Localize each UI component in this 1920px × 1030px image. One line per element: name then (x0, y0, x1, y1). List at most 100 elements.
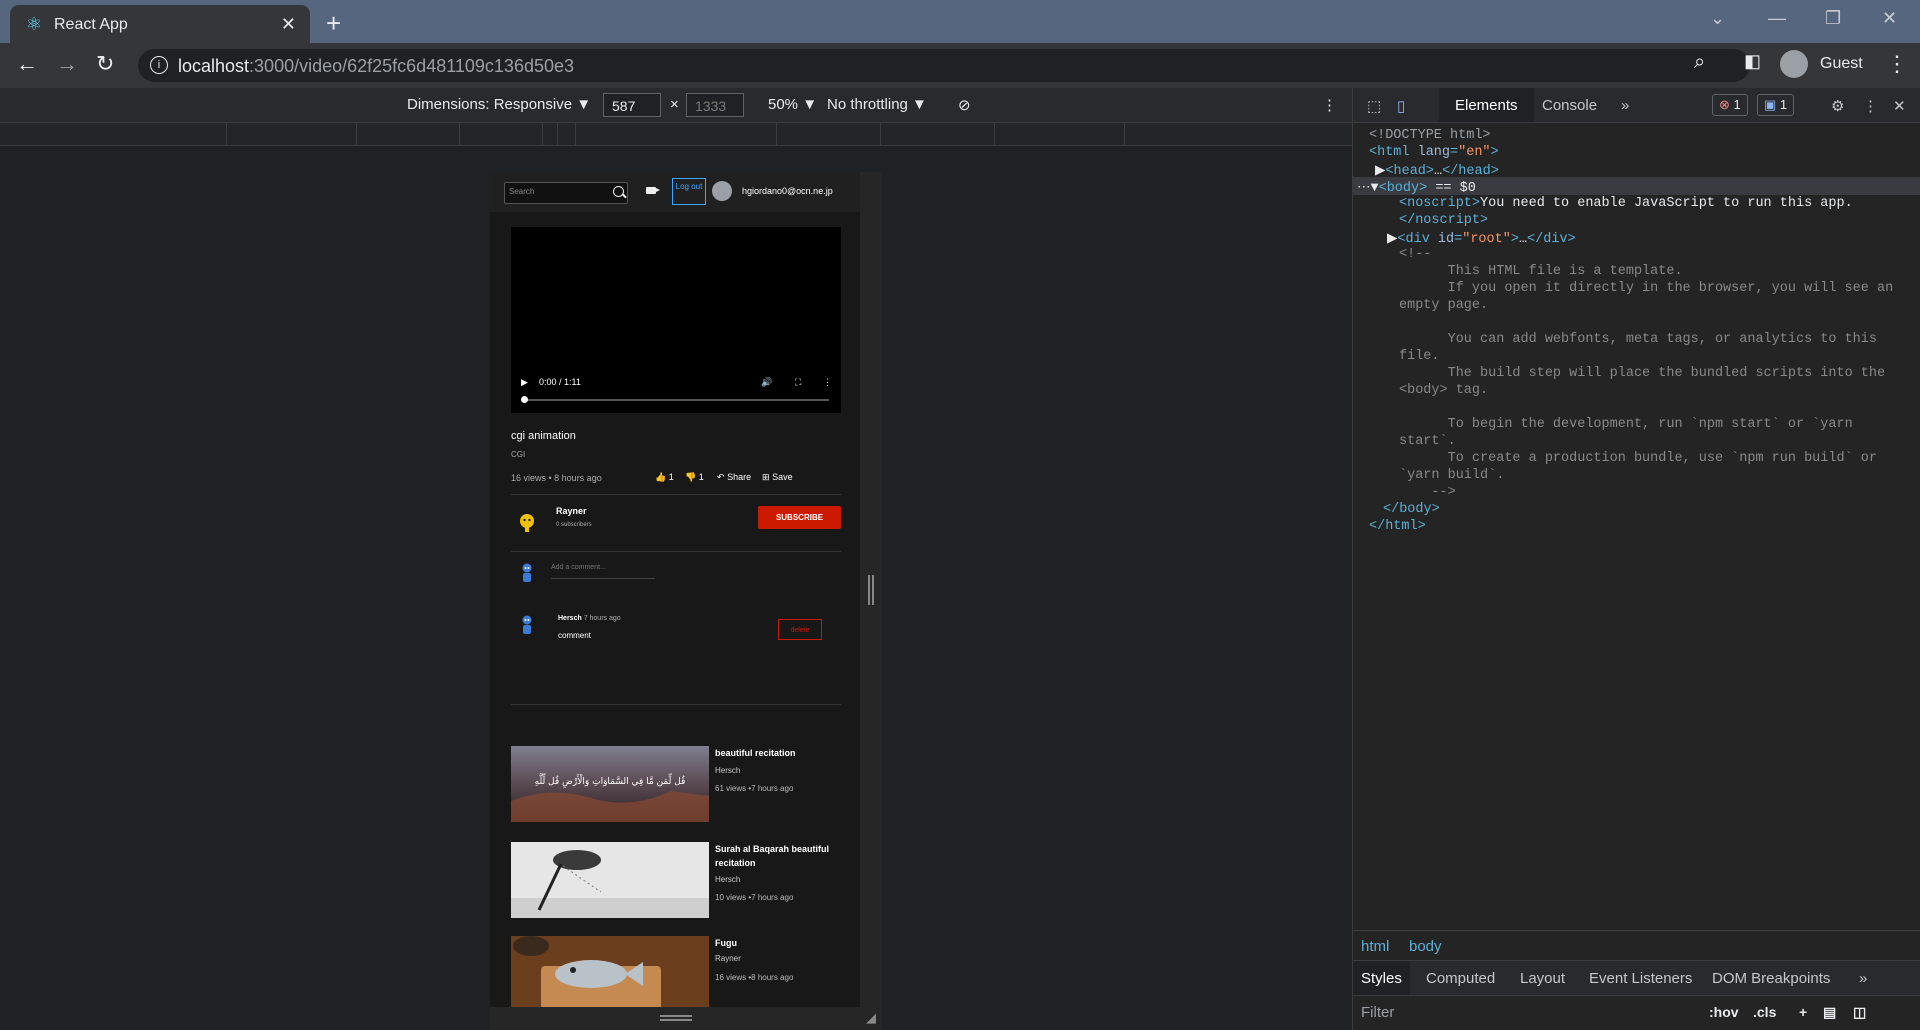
breadcrumb-html[interactable]: html (1361, 938, 1389, 955)
dom-line[interactable]: <noscript>You need to enable JavaScript … (1399, 196, 1853, 211)
recommendation-thumbnail[interactable] (511, 936, 709, 1007)
upload-video-icon[interactable] (646, 187, 660, 194)
dom-line[interactable]: ⋯▼<body> == $0 (1357, 179, 1476, 196)
recommendation-card[interactable]: Fugu Rayner 16 views •8 hours ago (511, 936, 841, 1007)
volume-icon[interactable]: 🔊 (761, 377, 772, 388)
share-button[interactable]: ↶ Share (717, 472, 751, 483)
dom-line[interactable]: <!-- (1399, 247, 1431, 262)
hov-toggle[interactable]: :hov (1709, 1004, 1739, 1020)
tab-styles[interactable]: Styles (1353, 961, 1410, 995)
dom-line[interactable]: This HTML file is a template. (1399, 264, 1683, 279)
settings-icon[interactable]: ⚙ (1831, 97, 1844, 115)
recommendation-card[interactable]: قُل لِّمَن مَّا فِي السَّمَاوَاتِ وَالْأ… (511, 746, 841, 822)
media-query-ruler[interactable] (0, 123, 1352, 146)
dom-line[interactable]: The build step will place the bundled sc… (1399, 366, 1886, 381)
close-tab-icon[interactable]: ✕ (281, 14, 296, 35)
back-icon[interactable]: ← (16, 51, 38, 77)
recommendation-title[interactable]: beautiful recitation (715, 746, 841, 760)
dom-line[interactable]: If you open it directly in the browser, … (1399, 281, 1894, 296)
tab-elements[interactable]: Elements (1439, 88, 1534, 122)
dom-line[interactable]: </noscript> (1399, 213, 1488, 228)
minimize-icon[interactable]: — (1768, 8, 1786, 29)
progress-track[interactable] (523, 399, 829, 401)
error-badge[interactable]: ⊗ 1 (1712, 94, 1748, 116)
recommendation-thumbnail[interactable]: قُل لِّمَن مَّا فِي السَّمَاوَاتِ وَالْأ… (511, 746, 709, 822)
sidebar-toggle-icon[interactable]: ◫ (1853, 1004, 1866, 1021)
channel-avatar[interactable] (518, 512, 536, 534)
tab-event-listeners[interactable]: Event Listeners (1589, 970, 1692, 987)
address-bar[interactable]: i localhost:3000/video/62f25fc6d481109c1… (138, 49, 1750, 82)
reload-icon[interactable]: ↻ (96, 51, 114, 77)
resize-handle-right[interactable] (868, 575, 874, 605)
device-more-icon[interactable]: ⋮ (1322, 96, 1337, 114)
forward-icon[interactable]: → (56, 51, 78, 77)
recommendation-thumbnail[interactable] (511, 842, 709, 918)
save-button[interactable]: ⊞ Save (762, 472, 793, 483)
dimensions-select[interactable]: Dimensions: Responsive ▼ (407, 96, 591, 113)
player-more-icon[interactable]: ⋮ (823, 377, 832, 388)
dom-line[interactable]: </html> (1369, 519, 1426, 534)
width-input[interactable]: 587 (603, 93, 661, 117)
tab-dom-breakpoints[interactable]: DOM Breakpoints (1712, 970, 1830, 987)
channel-name[interactable]: Rayner (556, 506, 587, 516)
dom-line[interactable]: To begin the development, run `npm start… (1399, 417, 1853, 432)
close-devtools-icon[interactable]: ✕ (1893, 97, 1906, 115)
url-text[interactable]: localhost:3000/video/62f25fc6d481109c136… (178, 56, 574, 77)
dom-line[interactable]: <html lang="en"> (1369, 145, 1499, 160)
profile-button[interactable]: Guest (1780, 50, 1900, 80)
dom-line[interactable]: To create a production bundle, use `npm … (1399, 451, 1877, 466)
dom-line[interactable]: --> (1399, 485, 1455, 500)
device-toggle-icon[interactable]: ▯ (1397, 97, 1405, 115)
recommendation-title[interactable]: Fugu (715, 936, 841, 950)
dom-line[interactable]: ▶<div id="root">…</div> (1387, 230, 1576, 247)
restore-icon[interactable]: ❐ (1825, 8, 1841, 29)
browser-tab[interactable]: ⚛ React App ✕ (10, 5, 310, 43)
rotate-icon[interactable]: ⊘ (958, 96, 971, 114)
filter-input[interactable]: Filter (1361, 1004, 1394, 1021)
new-tab-icon[interactable]: + (326, 8, 341, 39)
search-icon[interactable] (613, 186, 624, 197)
recommendation-card[interactable]: Surah al Baqarah beautiful recitation He… (511, 842, 841, 918)
dom-line[interactable]: `yarn build`. (1399, 468, 1504, 483)
close-window-icon[interactable]: ✕ (1882, 8, 1897, 29)
recommendation-title[interactable]: Surah al Baqarah beautiful recitation (715, 842, 841, 870)
height-input[interactable]: 1333 (686, 93, 744, 117)
more-style-tabs-icon[interactable]: » (1859, 970, 1867, 987)
dom-line[interactable]: <!DOCTYPE html> (1369, 128, 1491, 143)
search-input[interactable]: Search (504, 182, 628, 204)
dom-line[interactable]: <body> tag. (1399, 383, 1488, 398)
subscribe-button[interactable]: SUBSCRIBE (758, 506, 841, 529)
devtools-more-icon[interactable]: ⋮ (1863, 97, 1878, 115)
inspect-icon[interactable]: ⬚ (1367, 97, 1381, 115)
play-icon[interactable]: ▶ (521, 377, 528, 388)
video-player[interactable]: ▶ 0:00 / 1:11 🔊 ⛶ ⋮ (511, 227, 841, 413)
paint-icon[interactable]: ▤ (1823, 1004, 1836, 1021)
tab-layout[interactable]: Layout (1520, 970, 1565, 987)
dom-line[interactable]: file. (1399, 349, 1440, 364)
dislike-button[interactable]: 👎 1 (685, 472, 704, 483)
throttle-select[interactable]: No throttling ▼ (827, 96, 927, 113)
like-button[interactable]: 👍 1 (655, 472, 674, 483)
dom-line[interactable]: You can add webfonts, meta tags, or anal… (1399, 332, 1877, 347)
tab-search-icon[interactable]: ⌄ (1710, 8, 1725, 29)
more-tabs-icon[interactable]: » (1621, 97, 1629, 114)
progress-knob[interactable] (521, 396, 528, 403)
zoom-select[interactable]: 50% ▼ (768, 96, 817, 113)
side-panel-icon[interactable]: ◧ (1744, 51, 1761, 72)
message-badge[interactable]: ▣ 1 (1757, 94, 1795, 116)
resize-corner-icon[interactable]: ◢ (866, 1010, 876, 1026)
user-avatar[interactable] (712, 181, 732, 201)
tab-console[interactable]: Console (1542, 97, 1597, 114)
cls-toggle[interactable]: .cls (1753, 1004, 1776, 1020)
fullscreen-icon[interactable]: ⛶ (795, 377, 801, 388)
dom-line[interactable]: </body> (1383, 502, 1440, 517)
delete-comment-button[interactable]: delete (778, 619, 822, 640)
site-info-icon[interactable]: i (150, 56, 168, 74)
resize-handle-bottom[interactable] (660, 1015, 692, 1021)
comment-input[interactable]: Add a comment... (551, 564, 655, 579)
dom-line[interactable]: start`. (1399, 434, 1456, 449)
tab-computed[interactable]: Computed (1426, 970, 1495, 987)
zoom-icon[interactable]: ⌕ (1694, 51, 1705, 74)
new-rule-icon[interactable]: + (1799, 1004, 1807, 1020)
logout-button[interactable]: Log out (672, 178, 706, 205)
